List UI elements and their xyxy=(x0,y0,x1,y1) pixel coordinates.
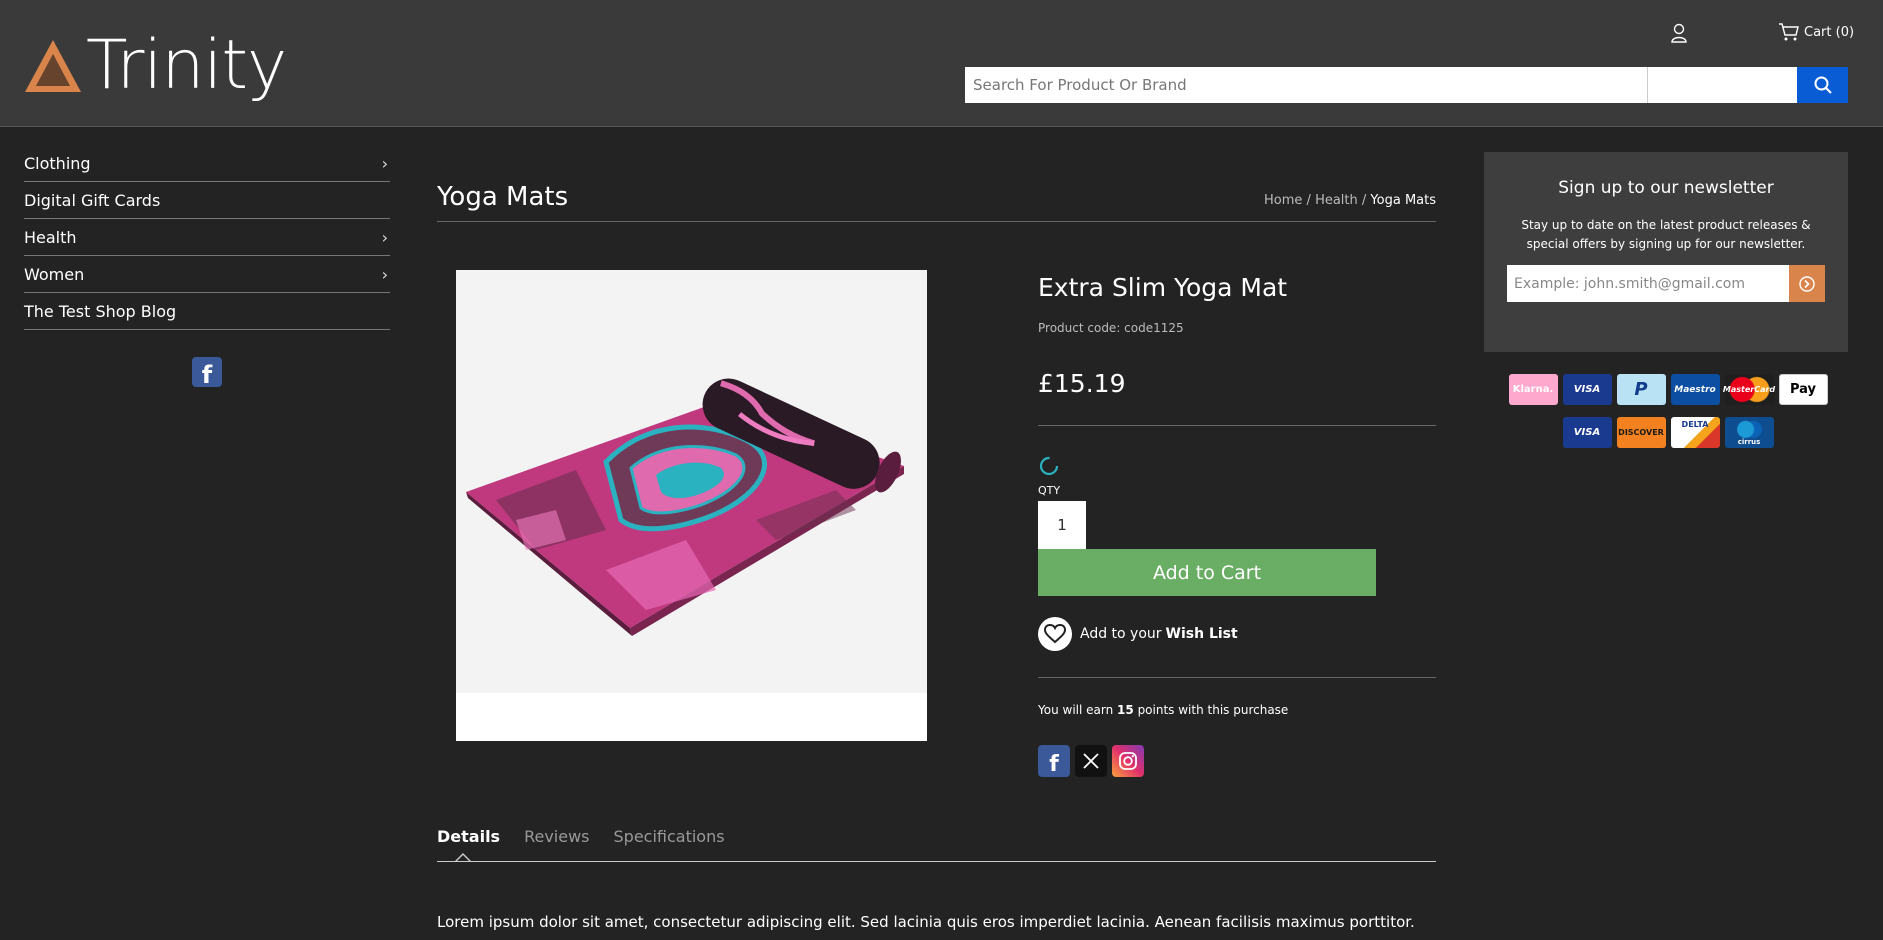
quantity-input[interactable]: 1 xyxy=(1038,501,1086,549)
product-tabs: Details Reviews Specifications xyxy=(437,827,725,846)
mastercard-icon: MasterCard xyxy=(1723,374,1775,405)
chevron-right-icon: › xyxy=(381,227,388,247)
search-button[interactable] xyxy=(1797,67,1848,103)
apple-pay-icon: Pay xyxy=(1778,374,1828,405)
logo-triangle-icon xyxy=(25,40,81,92)
sidebar-item-label: Women xyxy=(24,264,85,284)
visa-electron-icon: VISA xyxy=(1562,417,1612,448)
newsletter-submit-button[interactable] xyxy=(1789,265,1825,302)
site-header: Trinity Cart (0) xyxy=(0,0,1883,127)
share-x-icon[interactable] xyxy=(1075,745,1107,777)
price-divider xyxy=(1038,425,1436,426)
chevron-right-icon: › xyxy=(381,153,388,173)
visa-icon: VISA xyxy=(1562,374,1612,405)
discover-icon: DISCOVER xyxy=(1616,417,1666,448)
sidebar-item-blog[interactable]: The Test Shop Blog xyxy=(24,293,390,330)
sidebar-item-women[interactable]: Women › xyxy=(24,256,390,293)
maestro-icon: Maestro xyxy=(1670,374,1720,405)
newsletter-box: Sign up to our newsletter Stay up to dat… xyxy=(1484,152,1848,352)
product-code: Product code: code1125 xyxy=(1038,321,1184,335)
logo-text: Trinity xyxy=(86,26,287,105)
search-category-select[interactable] xyxy=(1647,67,1797,103)
newsletter-text: Stay up to date on the latest product re… xyxy=(1521,218,1811,251)
share-facebook-icon[interactable]: f xyxy=(1038,745,1070,777)
sidebar-item-label: Health xyxy=(24,227,77,247)
sidebar-item-digital-gift-cards[interactable]: Digital Gift Cards xyxy=(24,182,390,219)
payment-methods: Klarna. VISA P Maestro MasterCard Pay VI… xyxy=(1503,374,1833,460)
cirrus-icon: cirrus xyxy=(1724,417,1774,448)
delta-icon: DELTA xyxy=(1670,417,1720,448)
category-sidebar: Clothing › Digital Gift Cards Health › W… xyxy=(24,145,390,330)
cart-icon xyxy=(1779,23,1799,41)
search-icon xyxy=(1814,76,1832,94)
chevron-right-icon: › xyxy=(381,264,388,284)
share-instagram-icon[interactable] xyxy=(1112,745,1144,777)
account-icon[interactable] xyxy=(1668,22,1690,44)
cart-link[interactable]: Cart (0) xyxy=(1778,22,1854,42)
loading-spinner-icon xyxy=(1039,456,1059,476)
points-prefix: You will earn xyxy=(1038,703,1114,717)
newsletter-email-input[interactable] xyxy=(1507,265,1789,302)
sidebar-item-clothing[interactable]: Clothing › xyxy=(24,145,390,182)
cart-label: Cart (0) xyxy=(1804,24,1855,40)
sidebar-item-health[interactable]: Health › xyxy=(24,219,390,256)
wishlist-link[interactable]: Wish List xyxy=(1166,626,1238,642)
wishlist-divider xyxy=(1038,677,1436,678)
heart-icon xyxy=(1038,617,1072,651)
breadcrumb-health[interactable]: Health xyxy=(1315,193,1358,208)
product-image[interactable] xyxy=(456,270,927,741)
sidebar-item-label: Digital Gift Cards xyxy=(24,190,161,210)
klarna-icon: Klarna. xyxy=(1508,374,1558,405)
tab-details[interactable]: Details xyxy=(437,827,500,846)
points-value: 15 xyxy=(1117,703,1134,717)
search-input[interactable] xyxy=(965,67,1647,103)
tab-reviews[interactable]: Reviews xyxy=(524,827,589,846)
details-text: Lorem ipsum dolor sit amet, consectetur … xyxy=(437,913,1415,931)
sidebar-item-label: Clothing xyxy=(24,153,91,173)
reward-points: You will earn 15 points with this purcha… xyxy=(1038,703,1288,717)
paypal-icon: P xyxy=(1616,374,1666,405)
yoga-mat-image xyxy=(466,378,904,636)
breadcrumb: Home / Health / Yoga Mats xyxy=(1264,193,1436,208)
site-logo[interactable]: Trinity xyxy=(24,26,287,105)
breadcrumb-separator: / xyxy=(1357,193,1371,208)
points-suffix: points with this purchase xyxy=(1137,703,1289,717)
add-to-cart-button[interactable]: Add to Cart xyxy=(1038,549,1376,596)
add-to-wishlist[interactable]: Add to your Wish List xyxy=(1038,617,1238,651)
tabs-divider xyxy=(437,861,1436,862)
wishlist-prefix: Add to your xyxy=(1080,626,1162,642)
arrow-right-icon xyxy=(1799,275,1815,292)
newsletter-title: Sign up to our newsletter xyxy=(1558,178,1774,198)
product-name: Extra Slim Yoga Mat xyxy=(1038,273,1288,302)
sidebar-item-label: The Test Shop Blog xyxy=(24,301,177,321)
breadcrumb-separator: / xyxy=(1302,193,1316,208)
title-divider xyxy=(437,221,1436,222)
qty-label: QTY xyxy=(1038,484,1061,497)
breadcrumb-home[interactable]: Home xyxy=(1264,193,1302,208)
search-bar xyxy=(965,67,1848,103)
share-buttons: f xyxy=(1038,745,1144,777)
tab-specifications[interactable]: Specifications xyxy=(614,827,725,846)
page-title: Yoga Mats xyxy=(437,182,569,212)
product-price: £15.19 xyxy=(1038,369,1126,398)
breadcrumb-current: Yoga Mats xyxy=(1370,193,1436,208)
facebook-icon[interactable]: f xyxy=(192,357,222,387)
